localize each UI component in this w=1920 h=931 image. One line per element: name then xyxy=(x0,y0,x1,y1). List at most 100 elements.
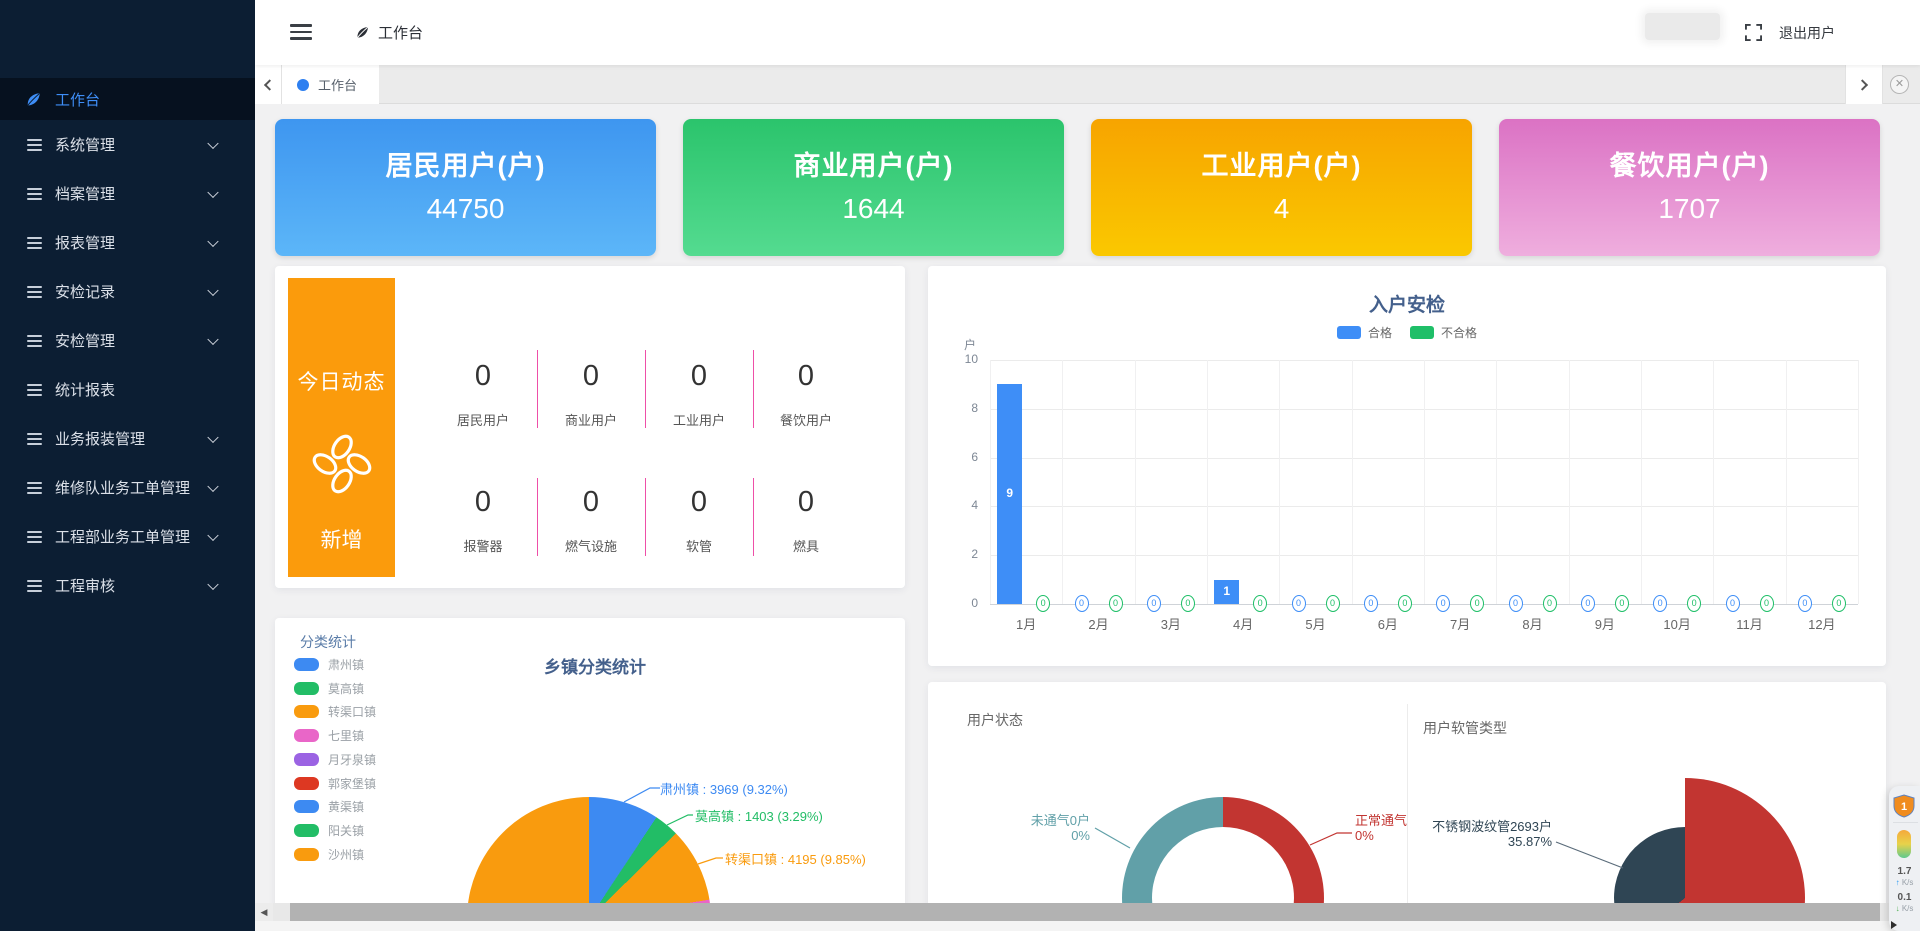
pie-legend-item[interactable]: 七里镇 xyxy=(294,727,364,744)
grid-line-vertical xyxy=(1496,360,1497,604)
sidebar-menu: 系统管理档案管理报表管理安检记录安检管理统计报表业务报装管理维修队业务工单管理工… xyxy=(0,120,255,610)
sidebar-item[interactable]: 报表管理 xyxy=(0,218,255,267)
sidebar-item[interactable]: 工程部业务工单管理 xyxy=(0,512,255,561)
bar-合格[interactable]: 9 xyxy=(997,384,1022,604)
tabs-scroll-left-button[interactable] xyxy=(255,65,282,104)
pie-callout-label: 转渠口镇 : 4195 (9.85%) xyxy=(725,849,866,868)
legend-swatch xyxy=(294,753,319,766)
sidebar-item[interactable]: 业务报装管理 xyxy=(0,414,255,463)
sidebar: 工作台 系统管理档案管理报表管理安检记录安检管理统计报表业务报装管理维修队业务工… xyxy=(0,0,255,931)
download-speed-unit: ↓ K/s xyxy=(1889,904,1920,913)
grid-line-vertical xyxy=(1424,360,1425,604)
today-stat-cell: 0商业用户 xyxy=(537,360,645,429)
zero-badge-不合格[interactable]: 0 xyxy=(1398,595,1412,612)
zero-badge-不合格[interactable]: 0 xyxy=(1181,595,1195,612)
towns-pie-panel[interactable]: 分类统计 肃州镇莫高镇转渠口镇七里镇月牙泉镇郭家堡镇黄渠镇阳关镇沙州镇 乡镇分类… xyxy=(275,618,905,931)
leaf-icon xyxy=(355,25,370,40)
zero-badge-不合格[interactable]: 0 xyxy=(1760,595,1774,612)
logout-button[interactable]: 退出用户 xyxy=(1779,23,1835,43)
pie-label: 不锈钢波纹管2693户35.87% xyxy=(1392,819,1552,849)
pie-legend-item[interactable]: 黄渠镇 xyxy=(294,798,364,815)
sidebar-item[interactable]: 安检记录 xyxy=(0,267,255,316)
donut-label: 未通气0户0% xyxy=(970,813,1090,843)
zero-badge-合格[interactable]: 0 xyxy=(1726,595,1740,612)
zero-badge-合格[interactable]: 0 xyxy=(1364,595,1378,612)
chevron-down-icon xyxy=(207,186,218,197)
today-activity-badge: 今日动态 新增 xyxy=(288,278,395,577)
zero-badge-合格[interactable]: 0 xyxy=(1581,595,1595,612)
zero-badge-不合格[interactable]: 0 xyxy=(1543,595,1557,612)
pie-legend-item[interactable]: 肃州镇 xyxy=(294,656,364,673)
menu-lines-icon xyxy=(27,139,42,151)
menu-lines-icon xyxy=(27,482,42,494)
header: 工作台 退出用户 xyxy=(255,0,1920,65)
bar-合格[interactable]: 1 xyxy=(1214,580,1239,604)
pie-legend-item[interactable]: 月牙泉镇 xyxy=(294,751,376,768)
zero-badge-合格[interactable]: 0 xyxy=(1147,595,1161,612)
zero-badge-不合格[interactable]: 0 xyxy=(1832,595,1846,612)
stat-card[interactable]: 餐饮用户(户)1707 xyxy=(1499,119,1880,256)
scrollbar-thumb[interactable] xyxy=(290,903,1880,921)
pie-legend-item[interactable]: 郭家堡镇 xyxy=(294,775,376,792)
pie-legend-item[interactable]: 阳关镇 xyxy=(294,822,364,839)
today-stat-value: 0 xyxy=(752,360,860,393)
legend-item[interactable]: 合格 xyxy=(1337,324,1392,341)
sidebar-item-label: 维修队业务工单管理 xyxy=(55,477,190,498)
stat-card[interactable]: 商业用户(户)1644 xyxy=(683,119,1064,256)
zero-badge-不合格[interactable]: 0 xyxy=(1109,595,1123,612)
zero-badge-不合格[interactable]: 0 xyxy=(1615,595,1629,612)
stat-card-title: 居民用户(户) xyxy=(275,144,656,183)
upload-speed-unit: ↑ K/s xyxy=(1889,878,1920,887)
stat-card-title: 商业用户(户) xyxy=(683,144,1064,183)
sidebar-item[interactable]: 档案管理 xyxy=(0,169,255,218)
tabs-scroll-right-button[interactable] xyxy=(1845,65,1883,104)
sidebar-item[interactable]: 工程审核 xyxy=(0,561,255,610)
sidebar-item-label: 工作台 xyxy=(55,89,100,110)
zero-badge-合格[interactable]: 0 xyxy=(1075,595,1089,612)
zero-badge-不合格[interactable]: 0 xyxy=(1687,595,1701,612)
legend-item[interactable]: 不合格 xyxy=(1410,324,1477,341)
legend-swatch xyxy=(294,682,319,695)
grid-line-vertical xyxy=(1641,360,1642,604)
user-name-blurred[interactable] xyxy=(1645,13,1720,40)
pie-legend-item[interactable]: 转渠口镇 xyxy=(294,703,376,720)
sidebar-item[interactable]: 维修队业务工单管理 xyxy=(0,463,255,512)
today-stat-cell: 0餐饮用户 xyxy=(752,360,860,429)
x-tick-label: 9月 xyxy=(1575,614,1635,633)
legend-swatch xyxy=(294,777,319,790)
zero-badge-合格[interactable]: 0 xyxy=(1509,595,1523,612)
stat-card-value: 1707 xyxy=(1499,193,1880,225)
zero-badge-不合格[interactable]: 0 xyxy=(1253,595,1267,612)
zero-badge-合格[interactable]: 0 xyxy=(1653,595,1667,612)
legend-label: 沙州镇 xyxy=(328,846,364,863)
inspection-chart-panel[interactable]: 入户安检 合格不合格 户0246810901月002月003月104月005月0… xyxy=(928,266,1886,666)
sidebar-item-workbench[interactable]: 工作台 xyxy=(0,78,255,120)
tab-close-icon[interactable]: ✕ xyxy=(1890,75,1909,94)
zero-badge-不合格[interactable]: 0 xyxy=(1036,595,1050,612)
status-charts-panel[interactable]: 用户状态 用户软管类型 未通气0户0% 正常通气0户0% 不锈钢波纹管2693户… xyxy=(928,682,1886,931)
download-speed-widget[interactable]: 1 1.7 ↑ K/s 0.1 ↓ K/s xyxy=(1889,786,1920,931)
today-stat-value: 0 xyxy=(429,360,537,393)
tab-workbench[interactable]: 工作台 xyxy=(282,65,379,104)
zero-badge-合格[interactable]: 0 xyxy=(1292,595,1306,612)
sidebar-item[interactable]: 系统管理 xyxy=(0,120,255,169)
sidebar-item[interactable]: 统计报表 xyxy=(0,365,255,414)
horizontal-scrollbar[interactable]: ◀ xyxy=(255,903,1920,921)
today-stat-label: 软管 xyxy=(645,536,753,555)
zero-badge-合格[interactable]: 0 xyxy=(1798,595,1812,612)
stat-card[interactable]: 工业用户(户)4 xyxy=(1091,119,1472,256)
scroll-left-button[interactable]: ◀ xyxy=(255,903,273,921)
zero-badge-合格[interactable]: 0 xyxy=(1436,595,1450,612)
fullscreen-icon[interactable] xyxy=(1745,24,1762,41)
menu-lines-icon xyxy=(27,335,42,347)
zero-badge-不合格[interactable]: 0 xyxy=(1470,595,1484,612)
legend-label: 月牙泉镇 xyxy=(328,751,376,768)
hamburger-menu-icon[interactable] xyxy=(290,24,312,40)
zero-badge-不合格[interactable]: 0 xyxy=(1326,595,1340,612)
x-tick-label: 6月 xyxy=(1358,614,1418,633)
sidebar-item[interactable]: 安检管理 xyxy=(0,316,255,365)
pie-legend-item[interactable]: 莫高镇 xyxy=(294,680,364,697)
stat-card[interactable]: 居民用户(户)44750 xyxy=(275,119,656,256)
pie-legend-item[interactable]: 沙州镇 xyxy=(294,846,364,863)
sidebar-item-label: 安检记录 xyxy=(55,281,115,302)
